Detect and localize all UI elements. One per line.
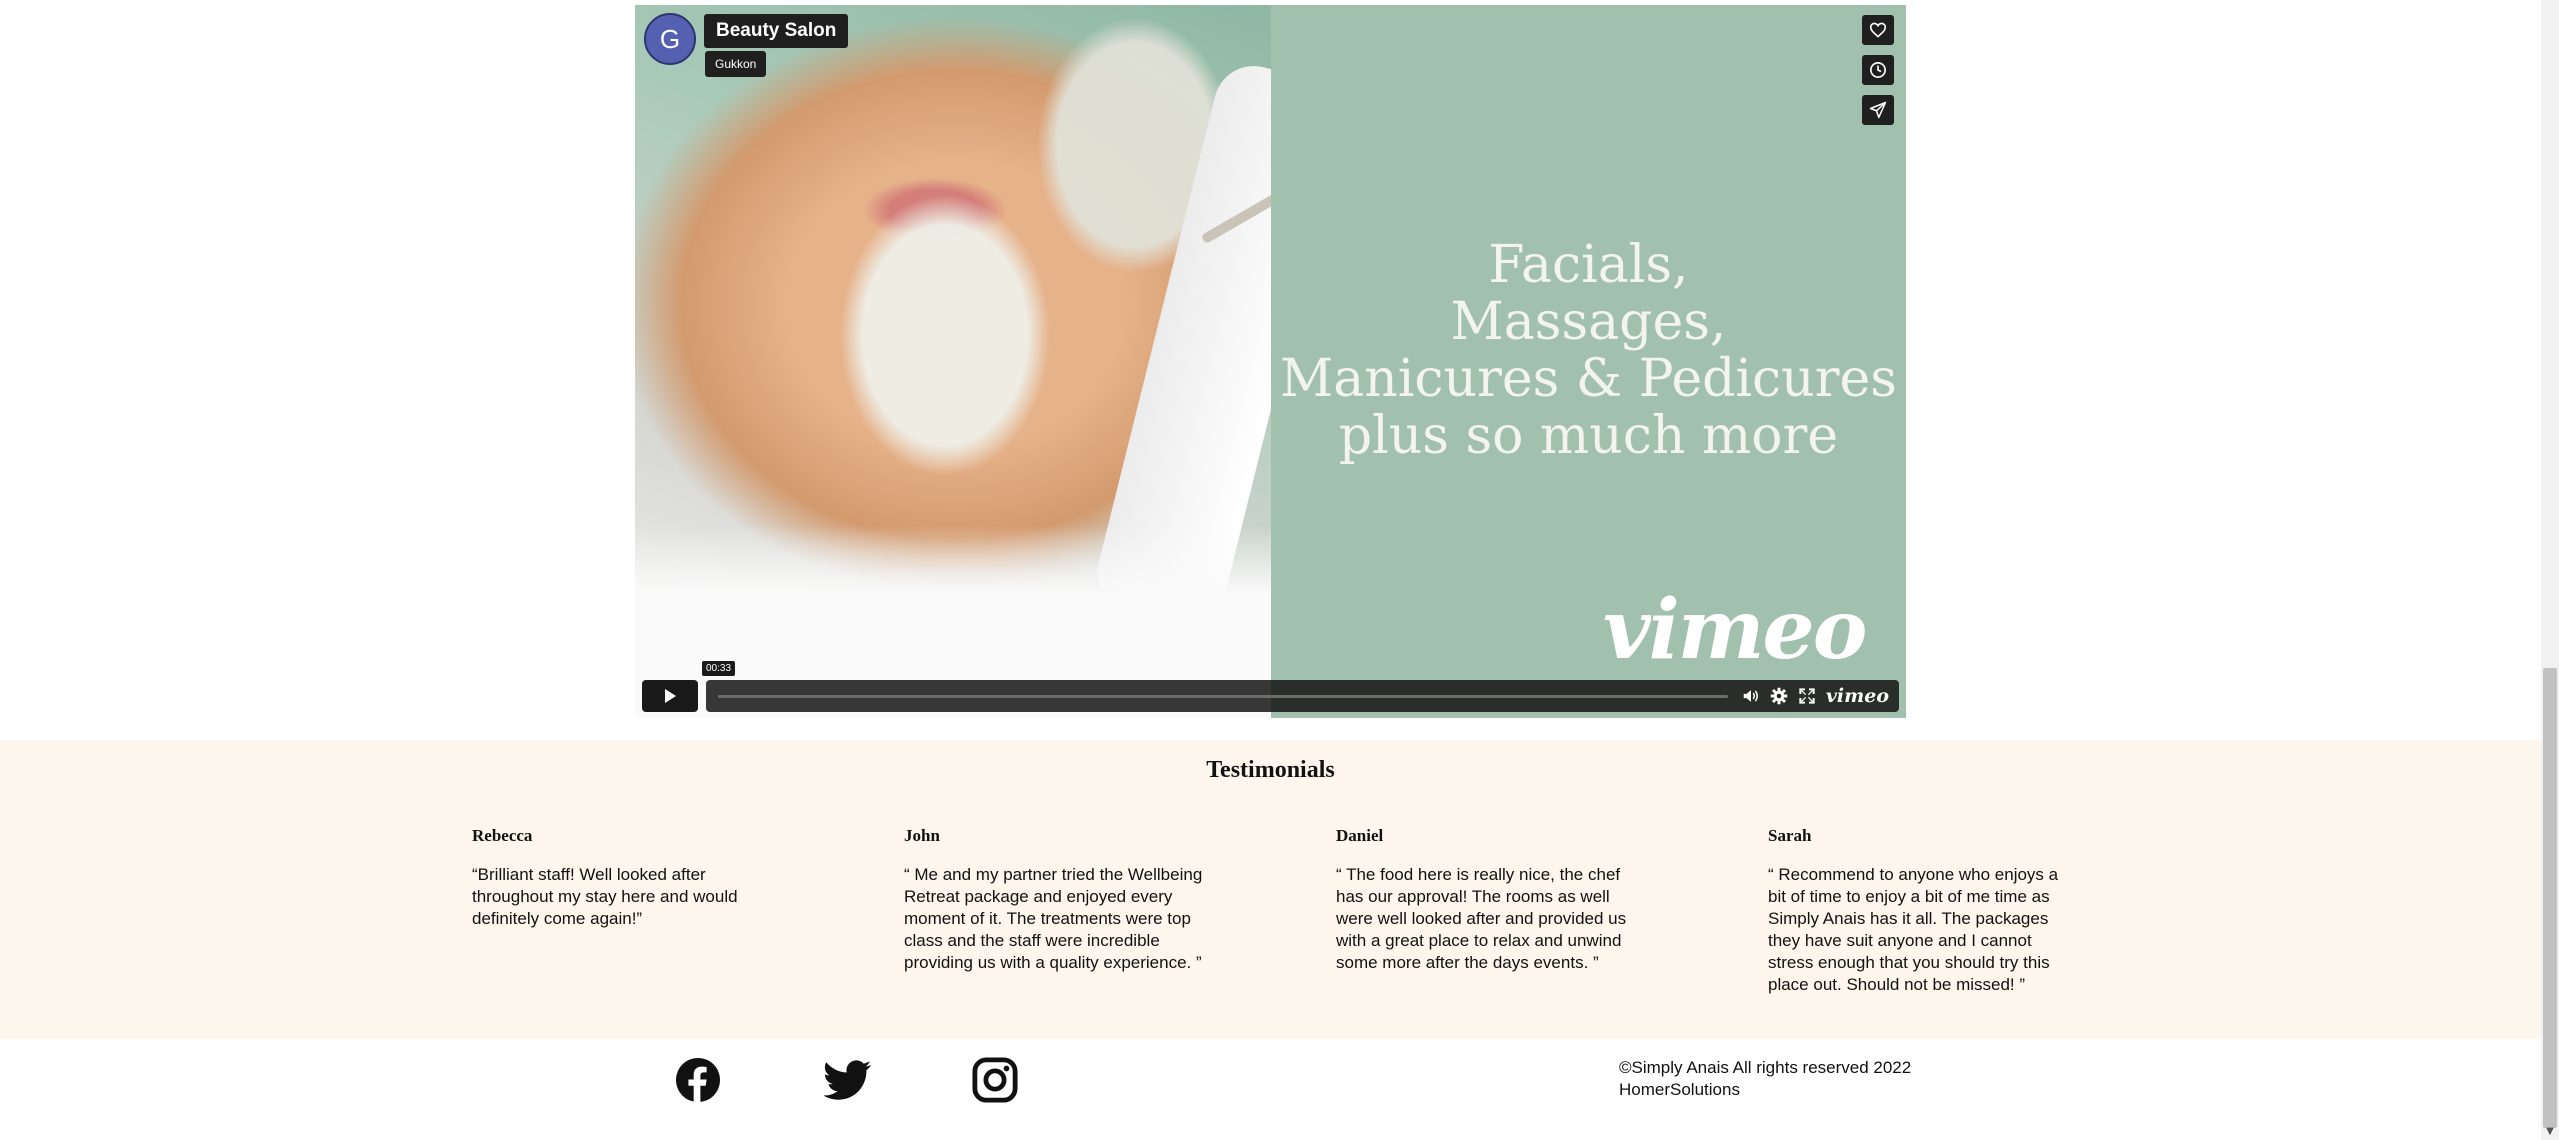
headline-line: Manicures & Pedicures: [1280, 349, 1897, 409]
headline-line: Facials,: [1488, 235, 1689, 295]
testimonial-name: Rebecca: [472, 826, 533, 845]
video-owner[interactable]: Gukkon: [705, 51, 767, 77]
video-photo: [635, 5, 1351, 718]
volume-icon: [1743, 690, 1758, 702]
facebook-link[interactable]: [675, 1057, 721, 1103]
play-icon: [665, 689, 676, 703]
fullscreen-icon: [1799, 688, 1815, 704]
credit-text[interactable]: HomerSolutions: [1619, 1079, 1911, 1101]
testimonial-text: “ Recommend to anyone who enjoys a bit o…: [1768, 865, 2059, 994]
copyright-text: ©Simply Anais All rights reserved 2022: [1619, 1058, 1912, 1077]
control-bar: 00:33 vimeo: [702, 661, 1899, 712]
settings-gear-icon: [1770, 687, 1788, 705]
headline-line: plus so much more: [1338, 406, 1839, 466]
testimonial-text: “ Me and my partner tried the Wellbeing …: [904, 865, 1203, 972]
instagram-link[interactable]: [972, 1057, 1018, 1103]
page-scrollbar[interactable]: ▼: [2541, 0, 2559, 1140]
avatar[interactable]: G: [644, 13, 696, 65]
clock-icon: [1870, 62, 1886, 78]
testimonial-name: Daniel: [1336, 826, 1384, 845]
scrollbar-thumb[interactable]: [2543, 668, 2557, 1128]
duration-label: 00:33: [702, 661, 736, 676]
progress-track[interactable]: [718, 695, 1728, 698]
facebook-icon: [675, 1057, 721, 1103]
video-headline: Facials, Massages, Manicures & Pedicures…: [1271, 237, 1906, 465]
testimonial-card: Sarah “ Recommend to anyone who enjoys a…: [1768, 826, 2068, 996]
fullscreen-button[interactable]: [1795, 680, 1819, 712]
testimonial-card: Daniel “ The food here is really nice, t…: [1336, 826, 1636, 974]
testimonial-text: “Brilliant staff! Well looked after thro…: [472, 865, 738, 928]
settings-button[interactable]: [1767, 680, 1791, 712]
share-button[interactable]: [1862, 95, 1894, 125]
player-controls: 00:33 vimeo: [642, 661, 1899, 712]
play-button[interactable]: [642, 680, 698, 712]
volume-button[interactable]: [1739, 680, 1763, 712]
testimonial-name: John: [904, 826, 940, 845]
vimeo-link[interactable]: vimeo: [1826, 680, 1889, 712]
watch-later-button[interactable]: [1862, 55, 1894, 85]
twitter-icon: [823, 1060, 871, 1100]
scroll-down-arrow-icon[interactable]: ▼: [2544, 1126, 2556, 1138]
testimonial-card: Rebecca “Brilliant staff! Well looked af…: [472, 826, 772, 930]
headline-line: Massages,: [1450, 292, 1727, 352]
testimonials-section: Testimonials Rebecca “Brilliant staff! W…: [0, 740, 2541, 1039]
testimonial-name: Sarah: [1768, 826, 1812, 845]
footer-copyright: ©Simply Anais All rights reserved 2022 H…: [1619, 1057, 1911, 1101]
testimonials-heading: Testimonials: [1206, 757, 1335, 783]
video-title[interactable]: Beauty Salon: [704, 14, 849, 48]
testimonial-card: John “ Me and my partner tried the Wellb…: [904, 826, 1204, 974]
twitter-link[interactable]: [823, 1057, 871, 1103]
heart-icon: [1869, 22, 1887, 38]
like-button[interactable]: [1862, 15, 1894, 45]
vimeo-watermark: vimeo: [1603, 582, 1867, 678]
share-icon: [1869, 101, 1887, 119]
instagram-icon: [972, 1057, 1018, 1103]
video-player[interactable]: Facials, Massages, Manicures & Pedicures…: [635, 5, 1906, 718]
testimonial-text: “ The food here is really nice, the chef…: [1336, 865, 1627, 972]
